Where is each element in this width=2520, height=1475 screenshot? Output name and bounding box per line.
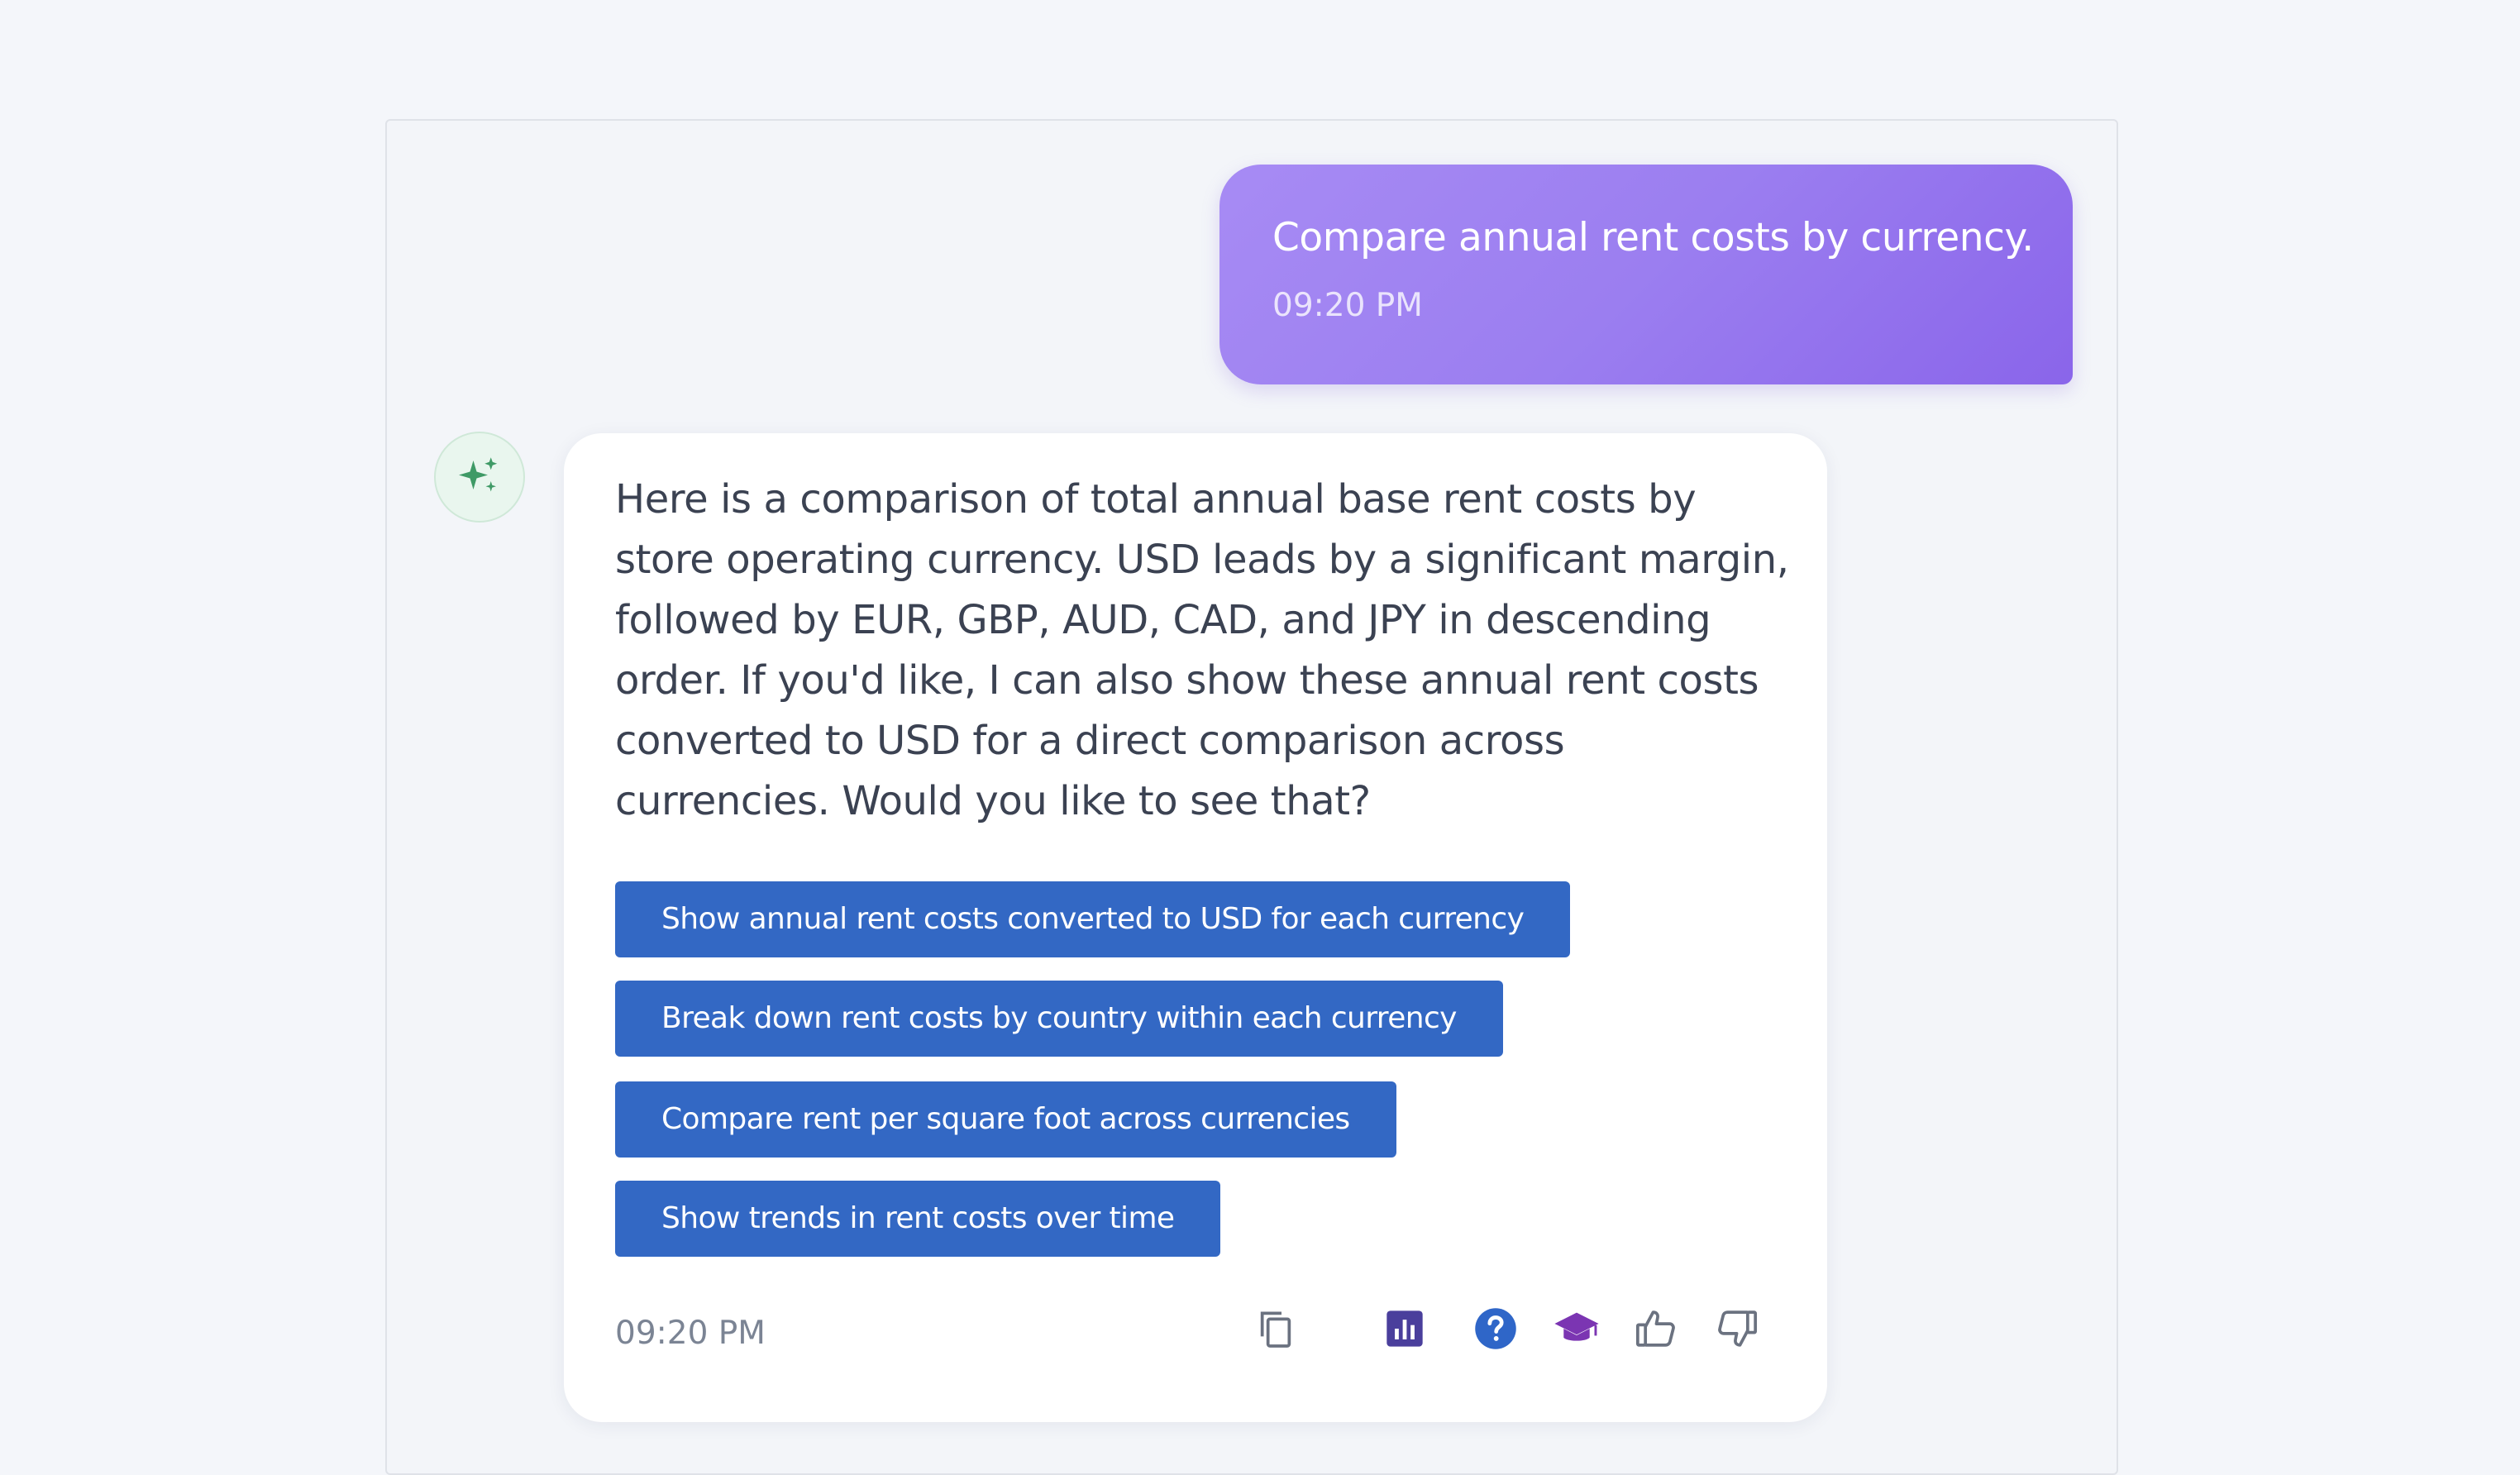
chart-button[interactable] — [1379, 1303, 1430, 1354]
user-message-time: 09:20 PM — [1272, 287, 1423, 324]
user-message-bubble: Compare annual rent costs by currency. 0… — [1219, 165, 2073, 384]
copy-icon — [1260, 1311, 1291, 1348]
copy-button[interactable] — [1250, 1303, 1301, 1354]
thumbs-down-icon — [1718, 1310, 1758, 1347]
help-icon — [1475, 1308, 1516, 1349]
suggestion-button-country-breakdown[interactable]: Break down rent costs by country within … — [615, 981, 1503, 1057]
suggestion-button-rent-trends[interactable]: Show trends in rent costs over time — [615, 1181, 1221, 1257]
thumbs-up-button[interactable] — [1630, 1303, 1682, 1354]
assistant-avatar — [434, 432, 525, 523]
user-message-text: Compare annual rent costs by currency. — [1272, 215, 2034, 260]
thumbs-down-button[interactable] — [1711, 1303, 1763, 1354]
help-button[interactable] — [1470, 1303, 1521, 1354]
thumbs-up-icon — [1635, 1310, 1675, 1347]
suggestion-button-rent-per-sqft[interactable]: Compare rent per square foot across curr… — [615, 1081, 1396, 1158]
suggestion-button-usd-conversion[interactable]: Show annual rent costs converted to USD … — [615, 881, 1571, 957]
sparkle-icon — [459, 457, 498, 492]
chart-icon — [1386, 1310, 1423, 1347]
assistant-message-text: Here is a comparison of total annual bas… — [615, 476, 1789, 824]
assistant-message-bubble: Here is a comparison of total annual bas… — [564, 433, 1827, 1422]
assistant-message-time: 09:20 PM — [615, 1315, 766, 1352]
learn-button[interactable] — [1551, 1303, 1602, 1354]
graduation-cap-icon — [1554, 1312, 1599, 1341]
